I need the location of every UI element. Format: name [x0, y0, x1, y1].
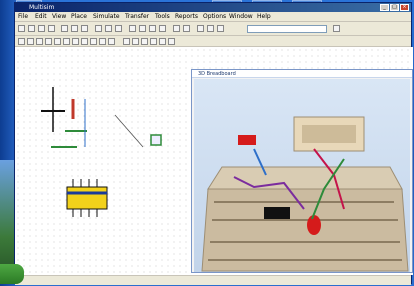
component-icon[interactable] [149, 25, 156, 32]
wire-icon[interactable] [173, 25, 180, 32]
menu-window[interactable]: Window [229, 13, 253, 20]
menu-help[interactable]: Help [257, 13, 271, 20]
misc-icon[interactable] [108, 38, 115, 45]
status-bar [15, 275, 411, 285]
pause-icon[interactable] [207, 25, 214, 32]
instrument-icon[interactable] [150, 38, 157, 45]
capacitor[interactable] [307, 215, 321, 235]
start-button[interactable] [0, 264, 24, 284]
red-component[interactable] [238, 135, 256, 145]
transistor-icon[interactable] [45, 38, 52, 45]
paste-icon[interactable] [81, 25, 88, 32]
maximize-icon[interactable]: □ [390, 4, 399, 11]
ttl-icon[interactable] [63, 38, 70, 45]
breadboard-window[interactable]: 3D Breadboard [191, 69, 413, 273]
basic-icon[interactable] [27, 38, 34, 45]
menu-bar: File Edit View Place Simulate Transfer T… [15, 12, 411, 22]
breadboard-title[interactable]: 3D Breadboard [192, 70, 412, 78]
power-icon[interactable] [99, 38, 106, 45]
menu-place[interactable]: Place [71, 13, 87, 20]
menu-file[interactable]: File [18, 13, 28, 20]
open-icon[interactable] [28, 25, 35, 32]
run-icon[interactable] [197, 25, 204, 32]
menu-reports[interactable]: Reports [175, 13, 198, 20]
component-icon[interactable] [129, 25, 136, 32]
cmos-icon[interactable] [72, 38, 79, 45]
menu-view[interactable]: View [52, 13, 66, 20]
app-window: Multisim _ □ × File Edit View Place Simu… [14, 2, 413, 285]
save-icon[interactable] [38, 25, 45, 32]
component-icon[interactable] [159, 25, 166, 32]
menu-transfer[interactable]: Transfer [125, 13, 149, 20]
component-search-field[interactable] [247, 25, 327, 33]
menu-simulate[interactable]: Simulate [93, 13, 120, 20]
instrument-panel [302, 125, 356, 143]
menu-edit[interactable]: Edit [35, 13, 47, 20]
cut-icon[interactable] [61, 25, 68, 32]
breadboard-3d-view[interactable] [194, 79, 410, 272]
instrument-icon[interactable] [123, 38, 130, 45]
menu-options[interactable]: Options [203, 13, 226, 20]
schematic-canvas[interactable]: 3D Breadboard [15, 47, 413, 275]
new-icon[interactable] [18, 25, 25, 32]
zoom-out-icon[interactable] [105, 25, 112, 32]
instrument-icon[interactable] [168, 38, 175, 45]
window-title: Multisim [29, 4, 55, 11]
source-icon[interactable] [18, 38, 25, 45]
instrument-icon[interactable] [141, 38, 148, 45]
ic-chip[interactable] [264, 207, 290, 219]
schematic-wire[interactable] [114, 114, 144, 148]
schematic-component[interactable] [150, 134, 162, 146]
bus-icon[interactable] [183, 25, 190, 32]
mcu-icon[interactable] [81, 38, 88, 45]
copy-icon[interactable] [71, 25, 78, 32]
instrument-icon[interactable] [159, 38, 166, 45]
main-toolbar [15, 22, 411, 36]
zoom-icon[interactable] [115, 25, 122, 32]
print-icon[interactable] [48, 25, 55, 32]
breadboard-scene [201, 116, 409, 272]
help-icon[interactable] [333, 25, 340, 32]
component-icon[interactable] [139, 25, 146, 32]
schematic-chip[interactable] [66, 186, 108, 210]
indicator-icon[interactable] [90, 38, 97, 45]
close-icon[interactable]: × [400, 4, 409, 11]
menu-tools[interactable]: Tools [155, 13, 170, 20]
title-bar[interactable]: Multisim _ □ × [15, 3, 411, 12]
zoom-in-icon[interactable] [95, 25, 102, 32]
instrument-icon[interactable] [132, 38, 139, 45]
stop-icon[interactable] [217, 25, 224, 32]
component-toolbar [15, 36, 411, 47]
minimize-icon[interactable]: _ [380, 4, 389, 11]
analog-icon[interactable] [54, 38, 61, 45]
diode-icon[interactable] [36, 38, 43, 45]
